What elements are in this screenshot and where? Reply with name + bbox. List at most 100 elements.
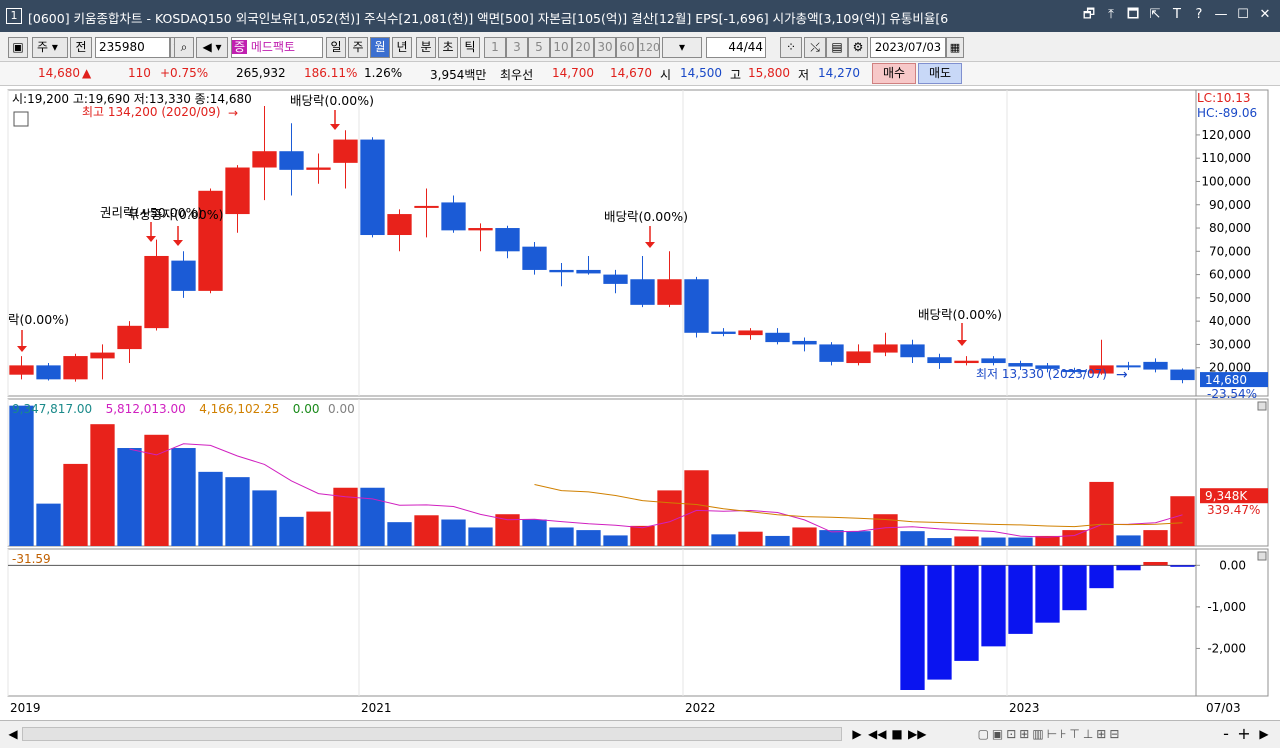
scroll-right-icon[interactable]: ▶ xyxy=(850,724,864,744)
sell-button[interactable]: 매도 xyxy=(918,63,962,84)
candle-body xyxy=(225,167,250,215)
period-week-button[interactable]: 주 xyxy=(348,37,368,58)
forward-icon[interactable]: ▶ xyxy=(1256,724,1272,744)
volume-bar xyxy=(225,477,250,546)
volume-bar xyxy=(630,525,655,546)
interval-3-button[interactable]: 3 xyxy=(506,37,528,58)
interval-120-button[interactable]: 120 xyxy=(638,37,660,58)
stock-name-field[interactable]: 증 메드팩토 xyxy=(231,37,323,58)
x-axis-label: 07/03 xyxy=(1206,701,1241,715)
best-quote-label: 최우선 xyxy=(500,68,534,82)
oscillator-bar xyxy=(1008,565,1033,634)
price-tick-label: 100,000 xyxy=(1201,174,1251,188)
search-icon[interactable]: ⌕ xyxy=(174,37,194,58)
interval-20-button[interactable]: 20 xyxy=(572,37,594,58)
volume-bar xyxy=(171,448,196,546)
count-value: 44 xyxy=(728,40,744,54)
float-icon[interactable]: ⇱ xyxy=(1146,6,1164,24)
ask-price: 14,700 xyxy=(552,66,594,80)
prev-button[interactable]: 전 xyxy=(70,37,92,58)
price-change-pct: +0.75% xyxy=(160,66,209,80)
grid-icon[interactable]: ⁘ xyxy=(780,37,802,58)
pin-icon[interactable]: ⤒ xyxy=(1102,6,1120,24)
volume-bar xyxy=(684,470,709,546)
rewind-icon[interactable]: ◀◀ xyxy=(868,724,886,744)
open-price: 14,500 xyxy=(680,66,722,80)
period-day-button[interactable]: 일 xyxy=(326,37,346,58)
interval-1-button[interactable]: 1 xyxy=(484,37,506,58)
minimize-icon[interactable]: — xyxy=(1212,6,1230,24)
title-buttons: 🗗 ⤒ 🗖 ⇱ T ? — ☐ ✕ xyxy=(1080,6,1274,26)
text-size-icon[interactable]: T xyxy=(1168,6,1186,24)
volume-legend-item: 0.00 xyxy=(293,402,320,416)
indicator-icon[interactable]: ⤯ xyxy=(804,37,826,58)
fast-forward-icon[interactable]: ▶▶ xyxy=(908,724,926,744)
period-tick-button[interactable]: 틱 xyxy=(460,37,480,58)
candle-body xyxy=(333,139,358,163)
stock-code-input[interactable]: 235980 xyxy=(95,37,170,58)
calendar-icon[interactable]: ▦ xyxy=(946,37,964,58)
candle-body xyxy=(90,352,115,359)
stop-icon[interactable]: ■ xyxy=(888,724,906,744)
volume-bar xyxy=(792,527,817,546)
event-annotation: 배당락(0.00%) xyxy=(604,209,688,224)
volume-legend-item: 4,166,102.25 xyxy=(199,402,279,416)
period-second-button[interactable]: 초 xyxy=(438,37,458,58)
layout-icon[interactable]: ▣ xyxy=(8,37,28,58)
restore-icon[interactable]: 🗗 xyxy=(1080,6,1098,24)
scroll-track[interactable] xyxy=(22,727,842,741)
trade-amount: 3,954백만 xyxy=(430,68,487,82)
interval-60-button[interactable]: 60 xyxy=(616,37,638,58)
chart-area: 120,000 110,000 100,000 90,000 80,000 70,000 6… xyxy=(0,86,1280,720)
save-icon[interactable]: ▤ xyxy=(826,37,848,58)
interval-dropdown[interactable]: ▾ xyxy=(662,37,702,58)
volume-bar xyxy=(1008,537,1033,546)
scroll-left-icon[interactable]: ◀ xyxy=(6,724,20,744)
volume-bar xyxy=(738,531,763,546)
lowest-price-arrow: → xyxy=(1116,367,1128,383)
volume-bar xyxy=(117,448,142,546)
interval-5-button[interactable]: 5 xyxy=(528,37,550,58)
period-year-button[interactable]: 년 xyxy=(392,37,412,58)
price-tick-label: 120,000 xyxy=(1201,128,1251,142)
candle-body xyxy=(36,365,61,380)
settings-icon[interactable]: ⚙ xyxy=(848,37,868,58)
sound-icon[interactable]: ◀ ▾ xyxy=(196,37,228,58)
bottom-bar: ◀ ▶ ◀◀ ■ ▶▶ ▢▣⊡⊞▥⊢⊦⊤⊥⊞⊟ - + ▶ xyxy=(0,720,1280,748)
volume-bar xyxy=(468,527,493,546)
interval-10-button[interactable]: 10 xyxy=(550,37,572,58)
zoom-out-icon[interactable]: - xyxy=(1218,724,1234,744)
ohlc-label: 시:19,200 고:19,690 저:13,330 종:14,680 xyxy=(12,92,252,106)
help-icon[interactable]: ? xyxy=(1190,6,1208,24)
window-title: [0600] 키움종합차트 - KOSDAQ150 외국인보유[1,052(천)… xyxy=(28,11,949,26)
maximize-icon[interactable]: ☐ xyxy=(1234,6,1252,24)
candle-body xyxy=(414,205,439,208)
candle-body xyxy=(657,279,682,305)
tile-icon[interactable]: 🗖 xyxy=(1124,6,1142,24)
window-number[interactable]: 1 xyxy=(6,8,22,24)
period-month-button[interactable]: 월 xyxy=(370,37,390,58)
date-field[interactable]: 2023/07/03 xyxy=(870,37,946,58)
candle-body xyxy=(603,274,628,284)
candle-body xyxy=(1170,369,1195,381)
oscillator-bar xyxy=(900,565,925,690)
count-field[interactable]: 44/44 xyxy=(706,37,766,58)
volume-bar xyxy=(819,530,844,546)
buy-button[interactable]: 매수 xyxy=(872,63,916,84)
interval-30-button[interactable]: 30 xyxy=(594,37,616,58)
candle-body xyxy=(522,246,547,270)
market-select[interactable]: 주 ▾ xyxy=(32,37,68,58)
oscillator-bar xyxy=(1062,565,1087,611)
zoom-in-icon[interactable]: + xyxy=(1236,724,1252,744)
volume-ratio: 186.11% xyxy=(304,66,358,80)
price-chart[interactable]: 120,000 110,000 100,000 90,000 80,000 70,000 6… xyxy=(0,86,1280,720)
price-tick-label: 30,000 xyxy=(1209,337,1251,351)
close-icon[interactable]: ✕ xyxy=(1256,6,1274,24)
volume-bar xyxy=(549,527,574,546)
volume-bar xyxy=(981,537,1006,546)
oscillator-bar xyxy=(1143,561,1168,566)
period-minute-button[interactable]: 분 xyxy=(416,37,436,58)
volume-bar xyxy=(198,471,223,546)
drawing-tools[interactable]: ▢▣⊡⊞▥⊢⊦⊤⊥⊞⊟ xyxy=(940,724,1160,744)
low-label: 저 xyxy=(798,68,810,82)
